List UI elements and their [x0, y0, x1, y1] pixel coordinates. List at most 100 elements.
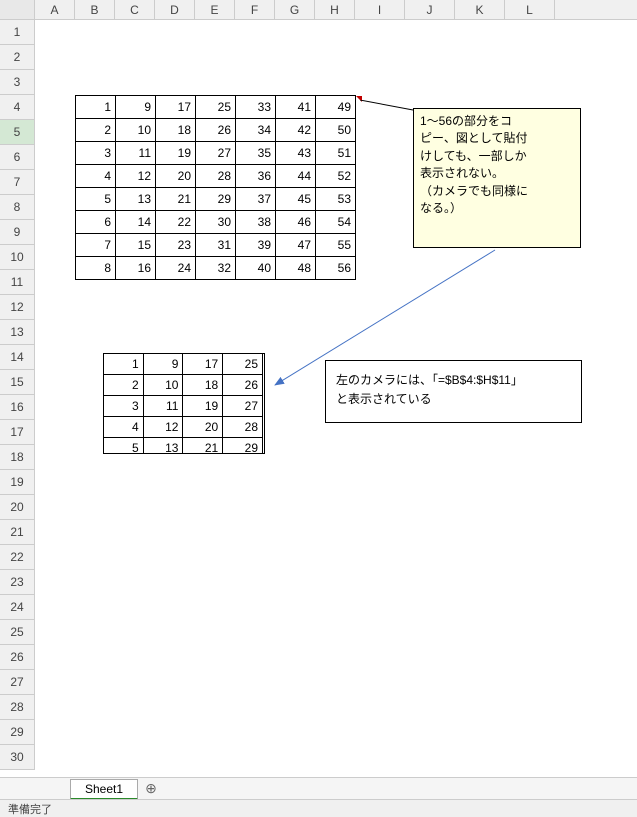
data-cell[interactable]: 3	[76, 142, 116, 165]
data-cell[interactable]: 39	[236, 234, 276, 257]
camera-picture-object[interactable]: 1917252101826311192741220285132129	[103, 353, 265, 454]
cell-comment-box[interactable]: 1～56の部分をコ ピー、図として貼付 けしても、一部しか 表示されない。 （カ…	[413, 108, 581, 248]
row-header[interactable]: 29	[0, 720, 34, 745]
data-cell[interactable]: 8	[76, 257, 116, 280]
data-cell[interactable]: 51	[316, 142, 356, 165]
row-header[interactable]: 5	[0, 120, 34, 145]
row-header[interactable]: 23	[0, 570, 34, 595]
row-header[interactable]: 17	[0, 420, 34, 445]
col-header[interactable]: F	[235, 0, 275, 19]
data-cell[interactable]: 32	[196, 257, 236, 280]
select-all-corner[interactable]	[0, 0, 35, 19]
row-header[interactable]: 30	[0, 745, 34, 770]
data-cell[interactable]: 28	[196, 165, 236, 188]
data-cell[interactable]: 2	[76, 119, 116, 142]
data-cell[interactable]: 20	[156, 165, 196, 188]
col-header[interactable]: K	[455, 0, 505, 19]
row-header[interactable]: 28	[0, 695, 34, 720]
data-cell[interactable]: 47	[276, 234, 316, 257]
data-cell[interactable]: 52	[316, 165, 356, 188]
data-cell[interactable]: 54	[316, 211, 356, 234]
sheet-tab-active[interactable]: Sheet1	[70, 779, 138, 800]
row-header[interactable]: 26	[0, 645, 34, 670]
row-header[interactable]: 12	[0, 295, 34, 320]
col-header[interactable]: G	[275, 0, 315, 19]
data-cell[interactable]: 46	[276, 211, 316, 234]
data-cell[interactable]: 10	[116, 119, 156, 142]
data-cell[interactable]: 26	[196, 119, 236, 142]
data-cell[interactable]: 29	[196, 188, 236, 211]
data-cell[interactable]: 35	[236, 142, 276, 165]
data-cell[interactable]: 11	[116, 142, 156, 165]
row-header[interactable]: 22	[0, 545, 34, 570]
data-cell[interactable]: 37	[236, 188, 276, 211]
col-header[interactable]: B	[75, 0, 115, 19]
data-cell[interactable]: 53	[316, 188, 356, 211]
explanation-text-box[interactable]: 左のカメラには、「=$B$4:$H$11」 と表示されている	[325, 360, 582, 423]
data-cell[interactable]: 33	[236, 96, 276, 119]
data-cell[interactable]: 21	[156, 188, 196, 211]
data-cell[interactable]: 27	[196, 142, 236, 165]
data-cell[interactable]: 6	[76, 211, 116, 234]
data-cell[interactable]: 19	[156, 142, 196, 165]
data-cell[interactable]: 14	[116, 211, 156, 234]
row-header[interactable]: 25	[0, 620, 34, 645]
col-header[interactable]: L	[505, 0, 555, 19]
data-cell[interactable]: 36	[236, 165, 276, 188]
col-header[interactable]: A	[35, 0, 75, 19]
row-header[interactable]: 20	[0, 495, 34, 520]
col-header[interactable]: C	[115, 0, 155, 19]
data-cell[interactable]: 9	[116, 96, 156, 119]
row-header[interactable]: 18	[0, 445, 34, 470]
row-header[interactable]: 2	[0, 45, 34, 70]
data-cell[interactable]: 44	[276, 165, 316, 188]
row-header[interactable]: 1	[0, 20, 34, 45]
data-cell[interactable]: 48	[276, 257, 316, 280]
data-cell[interactable]: 7	[76, 234, 116, 257]
row-header[interactable]: 7	[0, 170, 34, 195]
row-header[interactable]: 27	[0, 670, 34, 695]
data-cell[interactable]: 40	[236, 257, 276, 280]
row-header[interactable]: 24	[0, 595, 34, 620]
data-cell[interactable]: 15	[116, 234, 156, 257]
add-sheet-button[interactable]: ⊕	[140, 778, 162, 800]
data-cell[interactable]: 56	[316, 257, 356, 280]
col-header[interactable]: D	[155, 0, 195, 19]
data-cell[interactable]: 1	[76, 96, 116, 119]
data-cell[interactable]: 49	[316, 96, 356, 119]
data-cell[interactable]: 25	[196, 96, 236, 119]
row-header[interactable]: 4	[0, 95, 34, 120]
data-cell[interactable]: 34	[236, 119, 276, 142]
data-cell[interactable]: 23	[156, 234, 196, 257]
data-cell[interactable]: 30	[196, 211, 236, 234]
row-header[interactable]: 19	[0, 470, 34, 495]
data-cell[interactable]: 42	[276, 119, 316, 142]
col-header[interactable]: H	[315, 0, 355, 19]
row-header[interactable]: 10	[0, 245, 34, 270]
row-header[interactable]: 14	[0, 345, 34, 370]
data-cell[interactable]: 13	[116, 188, 156, 211]
data-cell[interactable]: 41	[276, 96, 316, 119]
col-header[interactable]: E	[195, 0, 235, 19]
row-header[interactable]: 21	[0, 520, 34, 545]
data-cell[interactable]: 31	[196, 234, 236, 257]
data-table-main[interactable]: 1917253341492101826344250311192735435141…	[75, 95, 356, 280]
row-header[interactable]: 9	[0, 220, 34, 245]
worksheet-grid[interactable]: A B C D E F G H I J K L 1234567891011121…	[0, 0, 637, 776]
data-cell[interactable]: 5	[76, 188, 116, 211]
row-header[interactable]: 6	[0, 145, 34, 170]
row-header[interactable]: 3	[0, 70, 34, 95]
data-cell[interactable]: 17	[156, 96, 196, 119]
data-cell[interactable]: 12	[116, 165, 156, 188]
data-cell[interactable]: 50	[316, 119, 356, 142]
data-cell[interactable]: 22	[156, 211, 196, 234]
row-header[interactable]: 15	[0, 370, 34, 395]
data-cell[interactable]: 18	[156, 119, 196, 142]
row-header[interactable]: 13	[0, 320, 34, 345]
data-cell[interactable]: 45	[276, 188, 316, 211]
data-cell[interactable]: 24	[156, 257, 196, 280]
col-header[interactable]: I	[355, 0, 405, 19]
data-cell[interactable]: 4	[76, 165, 116, 188]
row-header[interactable]: 16	[0, 395, 34, 420]
data-cell[interactable]: 38	[236, 211, 276, 234]
